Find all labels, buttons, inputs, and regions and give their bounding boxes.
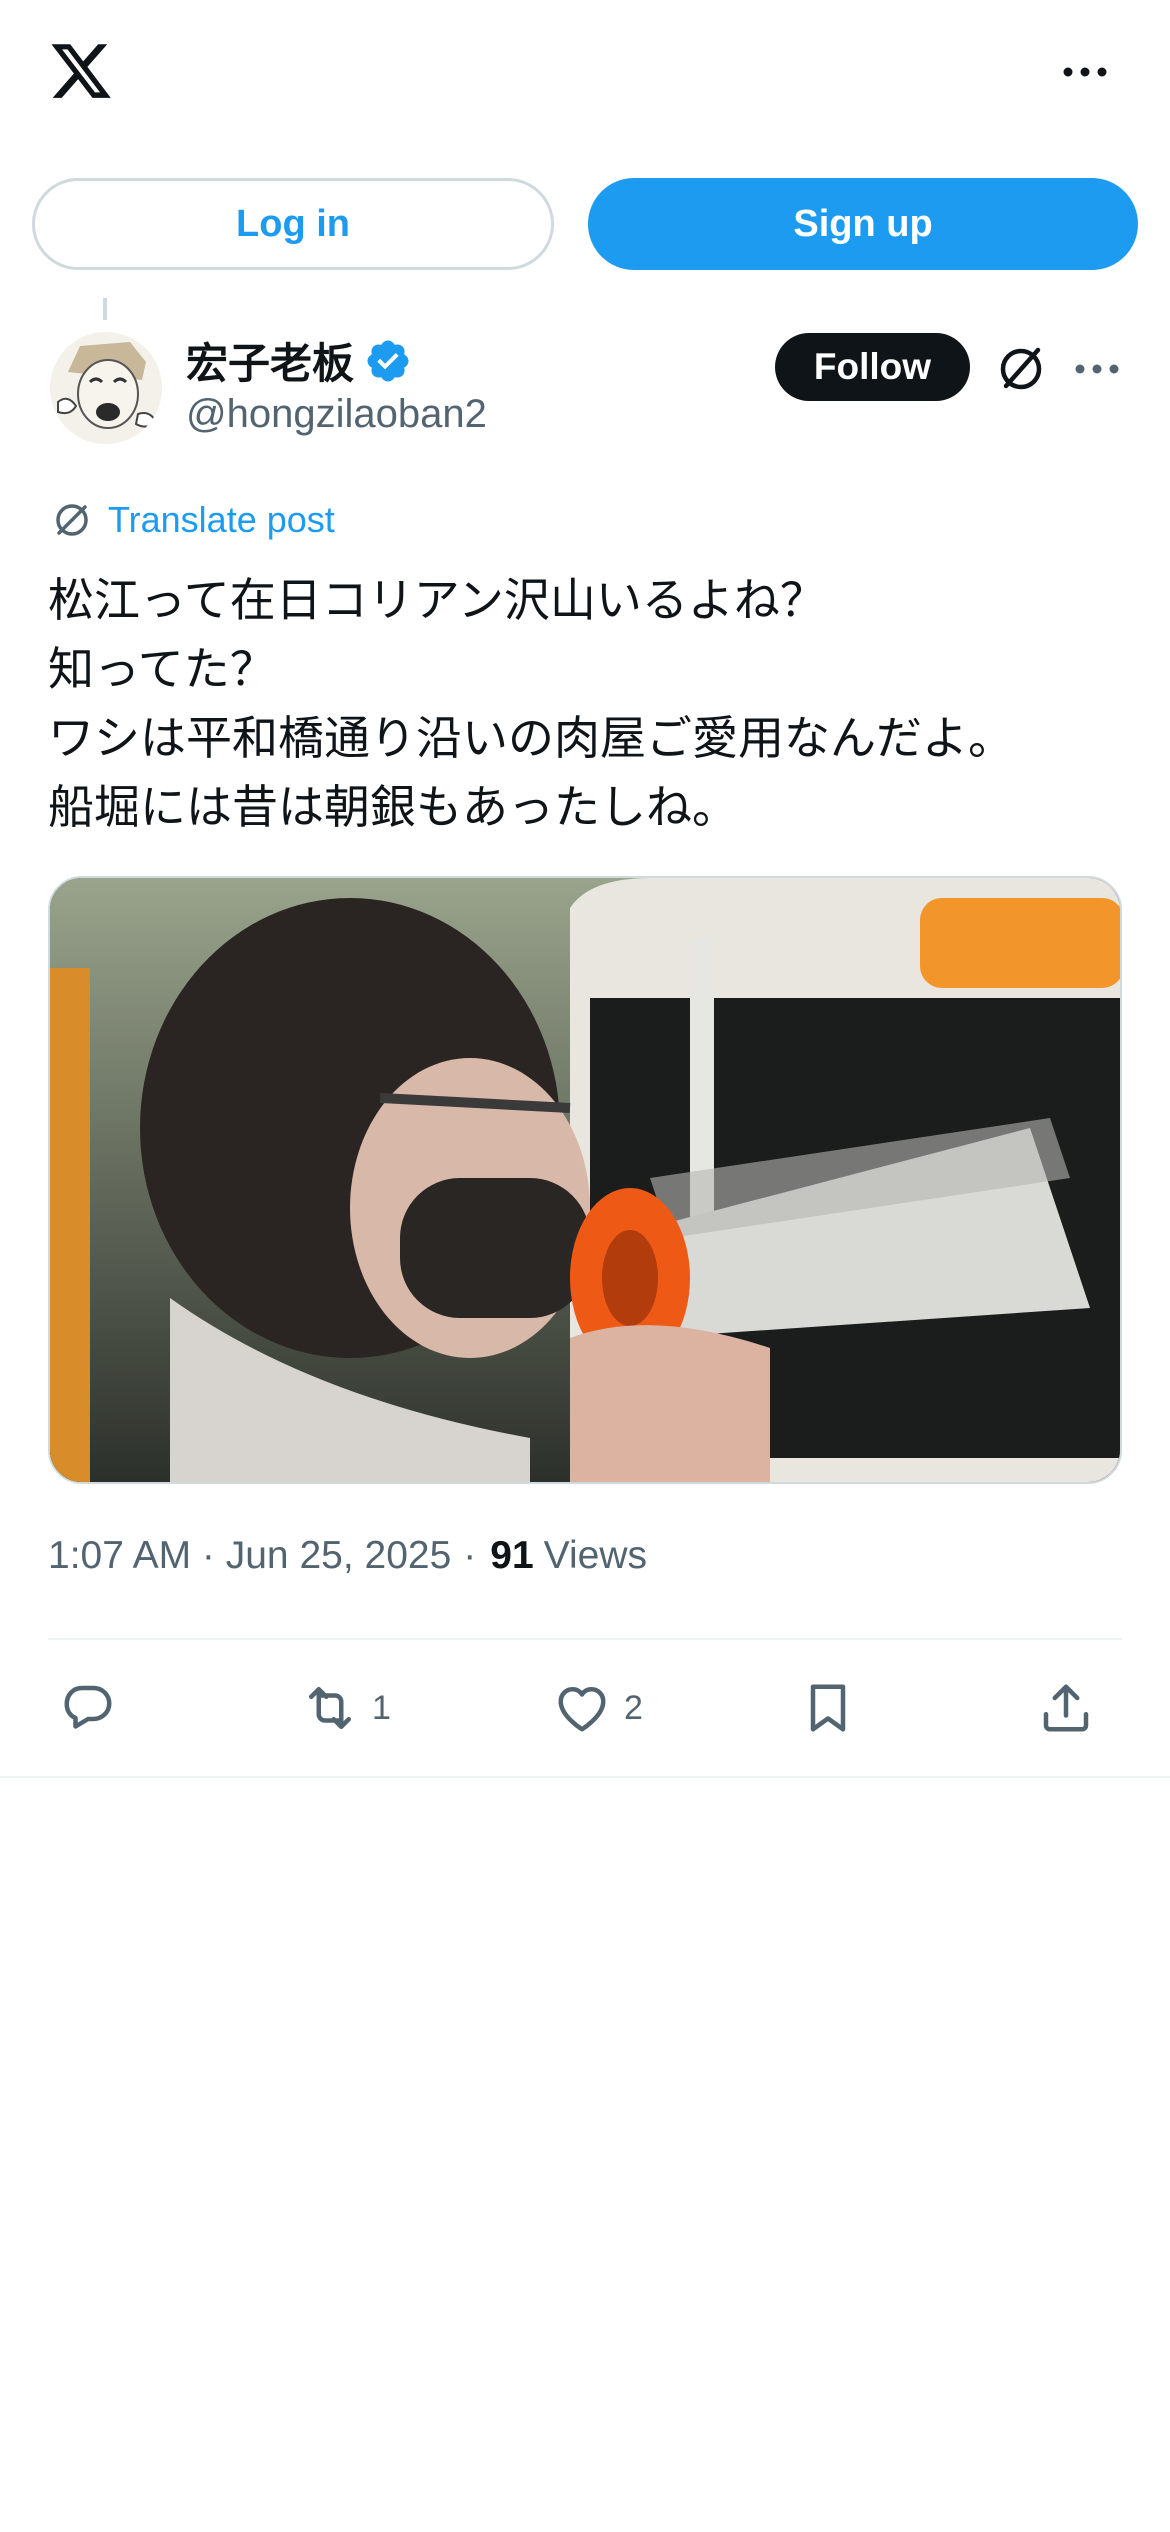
x-logo-icon[interactable] <box>48 38 114 104</box>
views-count: 91 <box>490 1534 534 1577</box>
reply-button[interactable] <box>58 1666 130 1750</box>
verified-badge-icon <box>367 340 409 381</box>
login-button[interactable]: Log in <box>32 178 554 270</box>
meta-separator: · <box>463 1534 477 1577</box>
post-text-line: 松江って在日コリアン沢山いるよね？ <box>48 574 826 626</box>
post-text: 松江って在日コリアン沢山いるよね？ 知ってた？ ワシは平和橋通り沿いの肉屋ご愛用… <box>48 566 1128 842</box>
bookmark-button[interactable] <box>798 1666 858 1750</box>
divider <box>48 1638 1122 1640</box>
repost-button[interactable]: 1 <box>300 1666 391 1750</box>
share-button[interactable] <box>1036 1666 1096 1750</box>
signup-button[interactable]: Sign up <box>588 178 1138 270</box>
auth-buttons: Log in Sign up <box>32 178 1138 270</box>
post-text-line: 知ってた？ <box>48 643 276 695</box>
translate-post-link[interactable]: Translate post <box>50 494 335 546</box>
author-handle[interactable]: @hongzilaoban2 <box>186 392 487 437</box>
share-icon <box>1043 1684 1089 1732</box>
repost-count: 1 <box>372 1688 391 1727</box>
avatar-icon <box>50 332 162 444</box>
follow-button[interactable]: Follow <box>775 333 970 401</box>
bottom-divider <box>0 1776 1170 1778</box>
post-timestamp[interactable]: 1:07 AM · Jun 25, 2025 <box>48 1534 451 1578</box>
photo-illustration <box>50 878 1120 1482</box>
more-horizontal-icon[interactable] <box>1060 52 1110 92</box>
grok-icon[interactable] <box>992 340 1050 398</box>
avatar[interactable] <box>50 332 162 444</box>
translate-icon <box>56 504 88 536</box>
bookmark-icon <box>810 1684 846 1732</box>
reply-icon <box>64 1685 112 1729</box>
author-name-row[interactable]: 宏子老板 <box>186 330 412 391</box>
post-text-line: 船堀には昔は朝銀もあったしね。 <box>48 781 738 833</box>
like-button[interactable]: 2 <box>552 1666 643 1750</box>
post-meta: 1:07 AM · Jun 25, 2025 · 91 Views <box>48 1534 647 1578</box>
author-display-name[interactable]: 宏子老板 <box>186 330 354 391</box>
post-text-line: ワシは平和橋通り沿いの肉屋ご愛用なんだよ。 <box>48 712 1014 764</box>
thread-line <box>103 298 107 320</box>
top-bar <box>0 0 1170 150</box>
translate-post-label: Translate post <box>108 499 335 540</box>
post-actions: 1 2 <box>48 1666 1122 1750</box>
views-label: Views <box>543 1534 647 1577</box>
post-media-image[interactable] <box>48 876 1122 1484</box>
post-more-icon[interactable] <box>1072 352 1122 386</box>
repost-icon <box>309 1687 351 1729</box>
like-count: 2 <box>624 1688 643 1727</box>
heart-icon <box>558 1687 606 1732</box>
